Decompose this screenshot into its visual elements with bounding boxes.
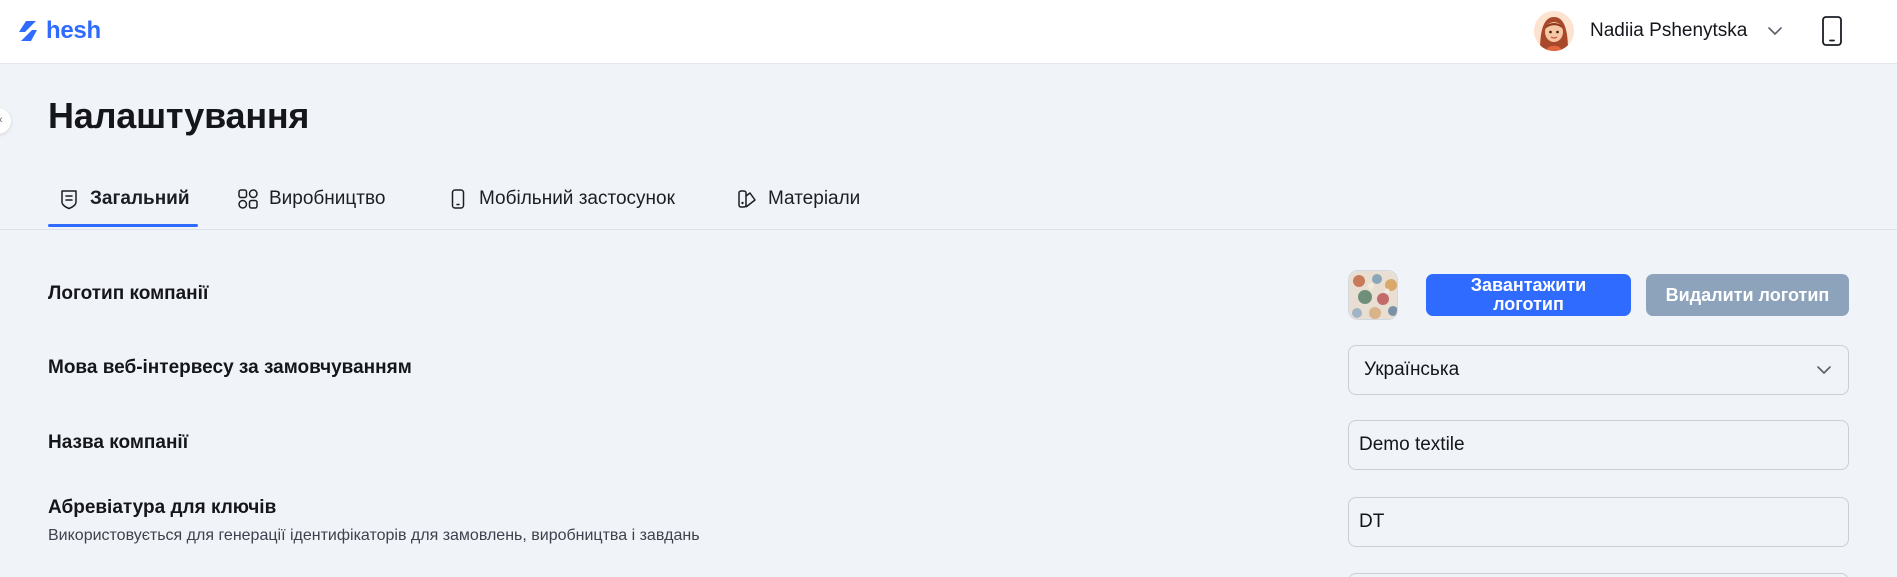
- default-language-label: Мова веб-інтервесу за замовчуванням: [48, 357, 412, 378]
- tab-production[interactable]: Виробництво: [237, 168, 385, 230]
- abbreviation-field[interactable]: DT: [1348, 497, 1849, 547]
- tab-general[interactable]: Загальний: [58, 168, 190, 230]
- tab-materials[interactable]: Матеріали: [736, 168, 860, 230]
- company-logo-image: [1349, 271, 1397, 319]
- avatar[interactable]: [1534, 11, 1574, 51]
- mobile-phone-icon[interactable]: [1818, 15, 1846, 47]
- sidebar-collapse-handle[interactable]: ‹: [0, 108, 11, 134]
- language-select-value: Українська: [1364, 359, 1460, 380]
- language-select[interactable]: Українська: [1348, 345, 1849, 395]
- company-name-value: Demo textile: [1359, 434, 1465, 455]
- tab-label: Загальний: [90, 188, 190, 209]
- company-name-label: Назва компанії: [48, 432, 189, 453]
- company-name-field[interactable]: Demo textile: [1348, 420, 1849, 470]
- company-logo-preview: [1348, 270, 1398, 320]
- tab-label: Матеріали: [768, 188, 861, 209]
- tab-mobile-app[interactable]: Мобільний застосунок: [447, 168, 675, 230]
- active-tab-indicator: [48, 224, 198, 227]
- production-icon: [238, 189, 258, 209]
- delete-logo-button[interactable]: Видалити логотип: [1646, 274, 1849, 316]
- user-avatar-icon: [1534, 11, 1574, 51]
- chevron-down-icon[interactable]: [1765, 21, 1785, 41]
- user-name[interactable]: Nadiia Pshenytska: [1590, 20, 1747, 42]
- settings-tabs: Загальний Виробництво Мобільний застосун…: [0, 168, 1897, 230]
- top-bar: hesh Nadiia Pshenytska: [0, 0, 1897, 64]
- page-title: Налаштування: [48, 95, 310, 136]
- abbreviation-label: Абревіатура для ключів: [48, 497, 277, 518]
- abbreviation-value: DT: [1359, 511, 1385, 532]
- user-menu[interactable]: Nadiia Pshenytska: [1534, 10, 1785, 52]
- chevron-left-icon: ‹: [0, 114, 3, 126]
- chevron-down-icon: [1817, 366, 1831, 374]
- brand-logo[interactable]: hesh: [16, 16, 101, 46]
- mobile-icon: [451, 189, 465, 209]
- abbreviation-description: Використовується для генерації ідентифік…: [48, 527, 700, 544]
- materials-icon: [738, 190, 756, 208]
- tab-label: Виробництво: [269, 188, 386, 209]
- tab-label: Мобільний застосунок: [479, 188, 675, 209]
- hesh-logo-icon: [19, 21, 37, 41]
- brand-name: hesh: [46, 17, 101, 44]
- company-logo-label: Логотип компанії: [48, 283, 209, 304]
- upload-logo-button[interactable]: Завантажити логотип: [1426, 274, 1631, 316]
- next-field-partial[interactable]: [1348, 573, 1849, 577]
- shield-document-icon: [61, 190, 77, 210]
